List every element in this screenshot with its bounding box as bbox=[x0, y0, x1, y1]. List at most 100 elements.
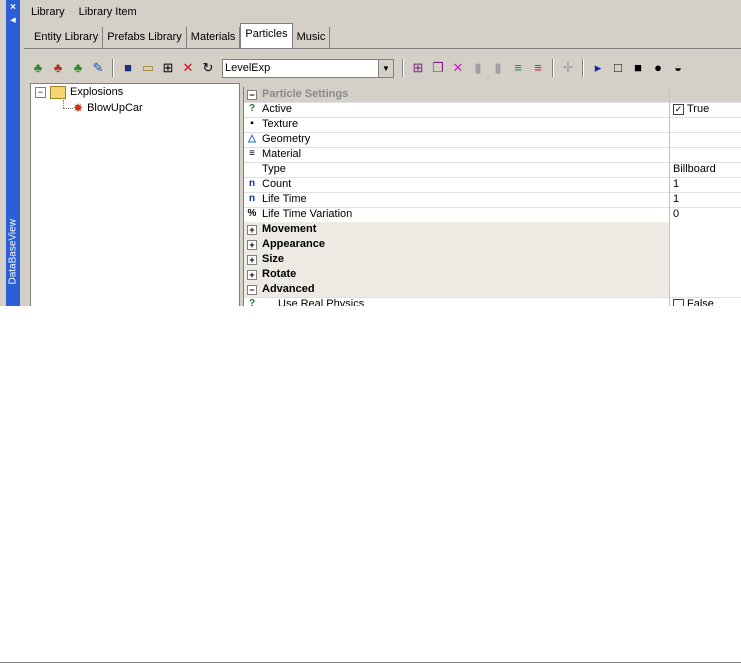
menu-library[interactable]: Library bbox=[24, 6, 72, 18]
section-label: Rotate bbox=[262, 268, 297, 280]
tree-node-label: Explosions bbox=[70, 86, 124, 98]
library-select-value: LevelExp bbox=[225, 61, 271, 74]
tree-node-group[interactable]: − Explosions bbox=[35, 84, 123, 100]
section-value bbox=[669, 222, 741, 237]
property-value[interactable]: Billboard bbox=[669, 162, 741, 177]
chevron-down-icon[interactable]: ▼ bbox=[378, 59, 393, 77]
tree-node-item[interactable]: ✸ BlowUpCar bbox=[73, 100, 143, 116]
section-size[interactable]: + Size bbox=[244, 252, 741, 268]
property-value[interactable] bbox=[669, 117, 741, 132]
save-icon[interactable]: ■ bbox=[120, 60, 136, 76]
tree-node-label: BlowUpCar bbox=[87, 102, 143, 114]
section-movement[interactable]: + Movement bbox=[244, 222, 741, 238]
property-value[interactable] bbox=[669, 147, 741, 162]
section-rotate[interactable]: + Rotate bbox=[244, 267, 741, 283]
property-row-geometry[interactable]: △ Geometry bbox=[244, 132, 741, 148]
number-icon: n bbox=[248, 178, 256, 189]
checkbox-label: False bbox=[687, 298, 714, 306]
collapse-icon[interactable]: − bbox=[247, 285, 257, 295]
cube-icon[interactable]: ■ bbox=[630, 60, 646, 76]
property-row-texture[interactable]: ▪ Texture bbox=[244, 117, 741, 133]
add-item-icon[interactable]: ⊞ bbox=[160, 60, 176, 76]
property-value[interactable]: 0 bbox=[669, 207, 741, 222]
section-advanced[interactable]: − Advanced bbox=[244, 282, 741, 298]
expand-icon[interactable]: + bbox=[247, 225, 257, 235]
question-icon: ? bbox=[248, 103, 256, 114]
clone-icon[interactable]: ❐ bbox=[430, 60, 446, 76]
property-row-type[interactable]: Type Billboard bbox=[244, 162, 741, 178]
tab-entity-library[interactable]: Entity Library bbox=[30, 27, 104, 48]
menu-library-item[interactable]: Library Item bbox=[72, 6, 144, 18]
teapot-icon[interactable]: ◒ bbox=[670, 60, 686, 76]
tab-music[interactable]: Music bbox=[293, 27, 331, 48]
tab-prefabs-library[interactable]: Prefabs Library bbox=[103, 27, 187, 48]
move-icon[interactable]: ✛ bbox=[560, 60, 576, 76]
property-row-use-real-physics[interactable]: ? Use Real Physics False bbox=[244, 297, 741, 306]
property-row-life-time-variation[interactable]: % Life Time Variation 0 bbox=[244, 207, 741, 223]
tree-line bbox=[63, 100, 64, 108]
tab-particles[interactable]: Particles bbox=[240, 23, 293, 49]
paste-icon[interactable]: ▮ bbox=[490, 60, 506, 76]
box-icon[interactable]: □ bbox=[610, 60, 626, 76]
section-value bbox=[669, 267, 741, 282]
particle-tree[interactable]: − Explosions ✸ BlowUpCar bbox=[30, 83, 240, 306]
property-value[interactable] bbox=[669, 132, 741, 147]
checkbox[interactable] bbox=[673, 298, 684, 306]
dock-bar[interactable]: × ◀ DataBaseView bbox=[6, 0, 20, 306]
property-label: Type bbox=[262, 163, 286, 175]
tree-line bbox=[63, 108, 73, 109]
close-icon[interactable]: × bbox=[6, 2, 20, 13]
tab-materials[interactable]: Materials bbox=[187, 27, 241, 48]
property-value[interactable]: ✓ True bbox=[669, 102, 741, 117]
arrow-left-icon[interactable]: ◀ bbox=[6, 16, 20, 24]
library-tabs: Entity Library Prefabs Library Materials… bbox=[30, 23, 331, 49]
property-row-active[interactable]: ? Active ✓ True bbox=[244, 102, 741, 118]
property-row-life-time[interactable]: n Life Time 1 bbox=[244, 192, 741, 208]
property-row-count[interactable]: n Count 1 bbox=[244, 177, 741, 193]
sphere-icon[interactable]: ● bbox=[650, 60, 666, 76]
edit-icon[interactable]: ✎ bbox=[90, 60, 106, 76]
checkbox[interactable]: ✓ bbox=[673, 103, 684, 115]
remove-particle-icon[interactable]: ✕ bbox=[450, 60, 466, 76]
dock-label: DataBaseView bbox=[7, 219, 19, 285]
copy-icon[interactable]: ▮ bbox=[470, 60, 486, 76]
toolbar-separator bbox=[552, 59, 554, 77]
section-label: Movement bbox=[262, 223, 317, 235]
property-label: Material bbox=[262, 148, 302, 160]
open-folder-icon[interactable]: ▭ bbox=[140, 60, 156, 76]
expand-icon[interactable]: + bbox=[247, 255, 257, 265]
delete-icon[interactable]: ✕ bbox=[180, 60, 196, 76]
expand-icon[interactable]: + bbox=[247, 270, 257, 280]
toolbar: ♣ ♣ ♣ ✎ ■ ▭ ⊞ ✕ ↻ LevelExp ▼ ⊞ ❐ ✕ ▮ ▮ ≡… bbox=[28, 57, 688, 79]
section-label: Particle Settings bbox=[262, 88, 349, 100]
property-value[interactable]: 1 bbox=[669, 192, 741, 207]
collapse-icon[interactable]: − bbox=[247, 90, 257, 100]
load-library-icon[interactable]: ♣ bbox=[70, 60, 86, 76]
property-label: Texture bbox=[262, 118, 299, 130]
percent-icon: % bbox=[247, 208, 257, 219]
property-value[interactable]: 1 bbox=[669, 177, 741, 192]
section-header-particle-settings[interactable]: − Particle Settings bbox=[244, 87, 741, 103]
unassign-icon[interactable]: ≡ bbox=[530, 60, 546, 76]
property-label: Count bbox=[262, 178, 292, 190]
property-label: Life Time bbox=[262, 193, 307, 205]
section-value bbox=[669, 282, 741, 297]
section-value bbox=[669, 252, 741, 267]
add-particle-icon[interactable]: ⊞ bbox=[410, 60, 426, 76]
property-grid: − Particle Settings ? Active ✓ True ▪ Tex… bbox=[243, 87, 741, 306]
add-library-icon[interactable]: ♣ bbox=[30, 60, 46, 76]
toolbar-separator bbox=[582, 59, 584, 77]
property-value[interactable]: False bbox=[669, 297, 741, 306]
property-row-material[interactable]: ≡ Material bbox=[244, 147, 741, 163]
play-icon[interactable]: ▸ bbox=[590, 60, 606, 76]
collapse-icon[interactable]: − bbox=[35, 86, 46, 98]
library-select[interactable]: LevelExp ▼ bbox=[222, 58, 394, 78]
expand-icon[interactable]: + bbox=[247, 240, 257, 250]
reload-icon[interactable]: ↻ bbox=[200, 60, 216, 76]
section-appearance[interactable]: + Appearance bbox=[244, 237, 741, 253]
page-bottom-rule bbox=[0, 662, 741, 663]
particle-effect-icon: ✸ bbox=[73, 101, 84, 115]
assign-icon[interactable]: ≡ bbox=[510, 60, 526, 76]
remove-library-icon[interactable]: ♣ bbox=[50, 60, 66, 76]
texture-icon: ▪ bbox=[250, 118, 254, 129]
